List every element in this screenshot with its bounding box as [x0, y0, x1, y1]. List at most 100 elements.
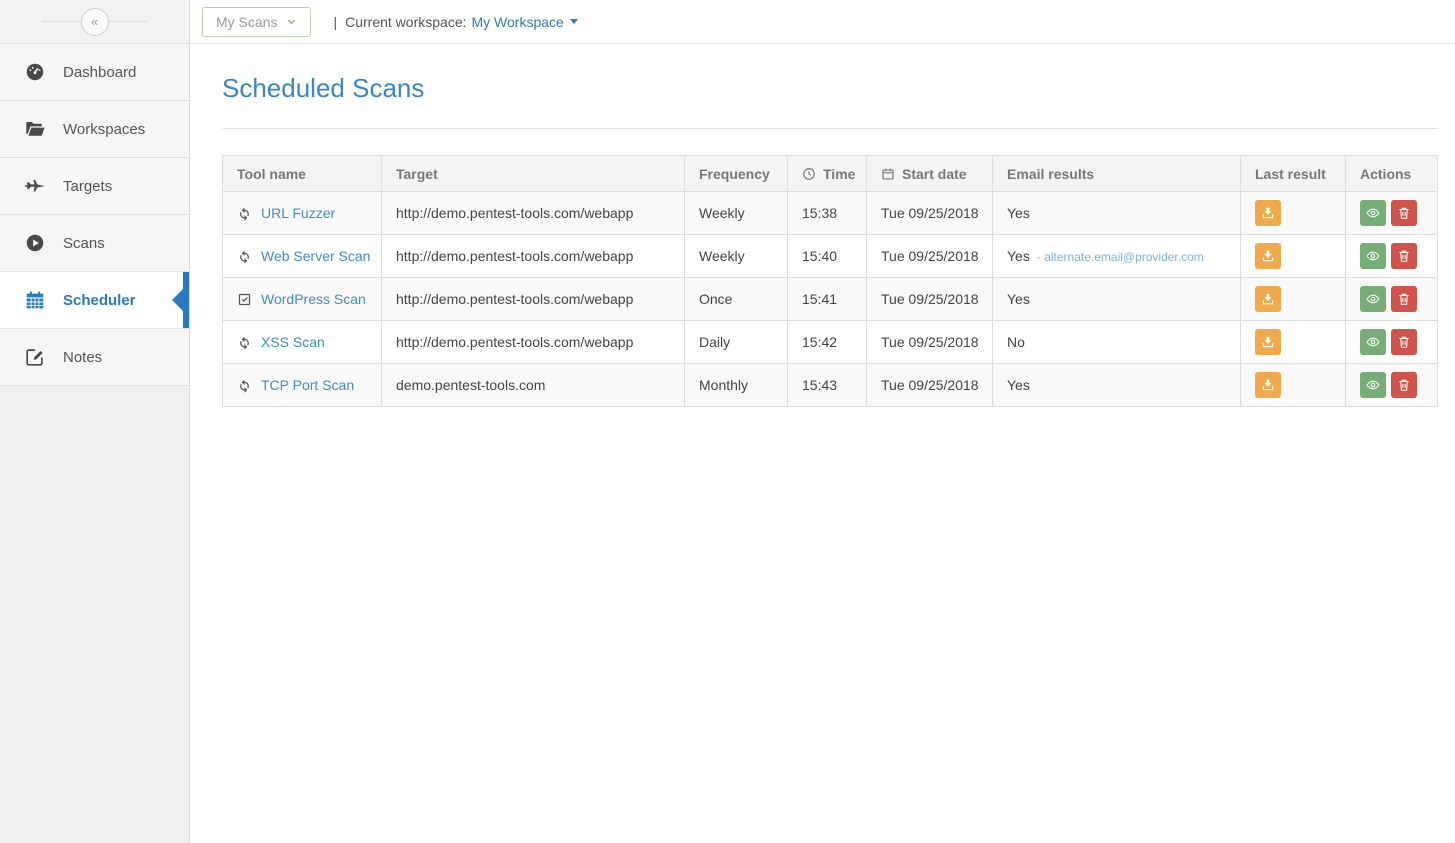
view-scan-button[interactable]	[1360, 286, 1386, 312]
sidebar-collapse-button[interactable]: «	[81, 8, 109, 36]
email-results-value: Yes	[1007, 377, 1030, 393]
actions-cell	[1346, 321, 1438, 364]
download-last-result-button[interactable]	[1255, 243, 1281, 269]
current-workspace-label: Current workspace:	[345, 14, 466, 30]
main-area: My Scans | Current workspace: My Workspa…	[190, 0, 1455, 843]
download-icon	[1261, 292, 1275, 306]
table-row: URL Fuzzer http://demo.pentest-tools.com/…	[223, 192, 1438, 235]
download-last-result-button[interactable]	[1255, 372, 1281, 398]
scheduled-scans-table-wrap: Tool nameTargetFrequencyTimeStart dateEm…	[222, 155, 1437, 407]
delete-scan-button[interactable]	[1391, 329, 1417, 355]
sidebar-item-scheduler[interactable]: Scheduler	[0, 272, 189, 329]
delete-scan-button[interactable]	[1391, 372, 1417, 398]
dashboard-icon	[24, 61, 46, 83]
refresh-icon	[237, 249, 252, 264]
sidebar-item-label: Notes	[63, 349, 102, 366]
last-result-cell	[1241, 235, 1346, 278]
refresh-icon	[237, 335, 252, 350]
sidebar-item-label: Scans	[63, 235, 105, 252]
column-header-frequency: Frequency	[685, 156, 788, 192]
column-header-actions: Actions	[1346, 156, 1438, 192]
sidebar-item-workspaces[interactable]: Workspaces	[0, 101, 189, 158]
delete-scan-button[interactable]	[1391, 200, 1417, 226]
view-scan-button[interactable]	[1360, 243, 1386, 269]
start-date-cell: Tue 09/25/2018	[867, 235, 993, 278]
start-date-cell: Tue 09/25/2018	[867, 321, 993, 364]
frequency-cell: Once	[685, 278, 788, 321]
frequency-cell: Monthly	[685, 364, 788, 407]
email-results-cell: Yes- alternate.email@provider.com	[993, 235, 1241, 278]
time-cell: 15:38	[788, 192, 867, 235]
tool-name-cell: XSS Scan	[223, 321, 382, 364]
sidebar-spacer	[0, 386, 189, 843]
start-date-cell: Tue 09/25/2018	[867, 278, 993, 321]
table-body: URL Fuzzer http://demo.pentest-tools.com/…	[223, 192, 1438, 407]
column-header-start-date: Start date	[867, 156, 993, 192]
column-header-time: Time	[788, 156, 867, 192]
my-scans-label: My Scans	[216, 14, 277, 30]
tool-name-link[interactable]: URL Fuzzer	[261, 205, 335, 221]
delete-scan-button[interactable]	[1391, 286, 1417, 312]
table-row: WordPress Scan http://demo.pentest-tools.…	[223, 278, 1438, 321]
download-last-result-button[interactable]	[1255, 329, 1281, 355]
table-row: Web Server Scanhttp://demo.pentest-tools…	[223, 235, 1438, 278]
last-result-cell	[1241, 278, 1346, 321]
table-row: TCP Port Scan demo.pentest-tools.comMonth…	[223, 364, 1438, 407]
my-scans-dropdown[interactable]: My Scans	[202, 7, 311, 37]
target-cell: http://demo.pentest-tools.com/webapp	[382, 321, 685, 364]
view-scan-button[interactable]	[1360, 200, 1386, 226]
tool-name-cell: Web Server Scan	[223, 235, 382, 278]
sidebar-item-label: Targets	[63, 178, 112, 195]
actions-cell	[1346, 364, 1438, 407]
download-last-result-button[interactable]	[1255, 286, 1281, 312]
email-results-value: No	[1007, 334, 1025, 350]
time-cell: 15:41	[788, 278, 867, 321]
workspace-name: My Workspace	[472, 14, 564, 30]
target-cell: demo.pentest-tools.com	[382, 364, 685, 407]
sidebar-item-notes[interactable]: Notes	[0, 329, 189, 386]
target-cell: http://demo.pentest-tools.com/webapp	[382, 278, 685, 321]
trash-icon	[1397, 249, 1411, 263]
frequency-cell: Weekly	[685, 235, 788, 278]
sidebar-item-scans[interactable]: Scans	[0, 215, 189, 272]
clock-icon	[802, 167, 816, 181]
actions-cell	[1346, 192, 1438, 235]
time-cell: 15:40	[788, 235, 867, 278]
time-cell: 15:43	[788, 364, 867, 407]
view-scan-button[interactable]	[1360, 372, 1386, 398]
frequency-cell: Daily	[685, 321, 788, 364]
email-results-value: Yes	[1007, 205, 1030, 221]
sidebar-item-dashboard[interactable]: Dashboard	[0, 44, 189, 101]
last-result-cell	[1241, 321, 1346, 364]
delete-scan-button[interactable]	[1391, 243, 1417, 269]
target-cell: http://demo.pentest-tools.com/webapp	[382, 192, 685, 235]
download-last-result-button[interactable]	[1255, 200, 1281, 226]
refresh-icon	[237, 206, 252, 221]
tool-name-link[interactable]: WordPress Scan	[261, 291, 366, 307]
tool-name-link[interactable]: XSS Scan	[261, 334, 325, 350]
trash-icon	[1397, 378, 1411, 392]
tool-name-cell: URL Fuzzer	[223, 192, 382, 235]
trash-icon	[1397, 335, 1411, 349]
start-date-cell: Tue 09/25/2018	[867, 364, 993, 407]
trash-icon	[1397, 292, 1411, 306]
eye-icon	[1366, 292, 1380, 306]
frequency-cell: Weekly	[685, 192, 788, 235]
tool-name-link[interactable]: Web Server Scan	[261, 248, 370, 264]
alternate-email-link[interactable]: alternate.email@provider.com	[1044, 250, 1204, 264]
notes-icon	[24, 346, 46, 368]
topbar-separator: |	[333, 14, 337, 30]
email-results-value: Yes	[1007, 248, 1030, 264]
check-square-icon	[237, 292, 252, 307]
workspace-dropdown-link[interactable]: My Workspace	[472, 14, 578, 30]
chevron-down-icon	[286, 16, 297, 27]
content: Scheduled Scans Tool nameTargetFrequency…	[190, 44, 1455, 407]
tool-name-cell: TCP Port Scan	[223, 364, 382, 407]
eye-icon	[1366, 335, 1380, 349]
email-results-cell: Yes	[993, 278, 1241, 321]
view-scan-button[interactable]	[1360, 329, 1386, 355]
sidebar-item-targets[interactable]: Targets	[0, 158, 189, 215]
page-title: Scheduled Scans	[222, 73, 1437, 129]
scheduler-icon	[24, 289, 46, 311]
tool-name-link[interactable]: TCP Port Scan	[261, 377, 354, 393]
